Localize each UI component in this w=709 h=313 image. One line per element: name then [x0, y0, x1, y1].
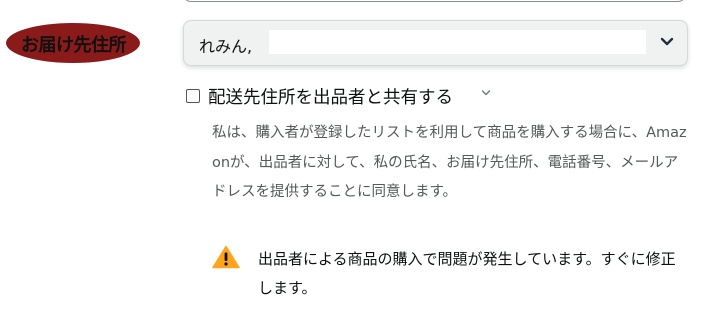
address-label-highlight: お届け先住所: [4, 20, 143, 66]
chevron-down-icon: [660, 37, 674, 46]
warning-triangle-icon: [212, 245, 240, 269]
redacted-address-area: [269, 30, 646, 54]
previous-field-bottom-edge: [183, 0, 686, 2]
warning-message: 出品者による商品の購入で問題が発生しています。すぐに修正します。: [258, 250, 676, 297]
address-select-value: れみん,: [199, 37, 253, 56]
share-address-checkbox[interactable]: [186, 89, 200, 103]
address-select[interactable]: れみん,: [183, 20, 688, 66]
share-consent-description: 私は、購入者が登録したリストを利用して商品を購入する場合に、Amazonが、出品…: [212, 125, 687, 200]
share-address-label[interactable]: 配送先住所を出品者と共有する: [208, 84, 453, 109]
address-label: お届け先住所: [21, 35, 127, 56]
expand-chevron-icon[interactable]: [481, 89, 491, 97]
share-address-row: 配送先住所を出品者と共有する: [186, 83, 491, 109]
